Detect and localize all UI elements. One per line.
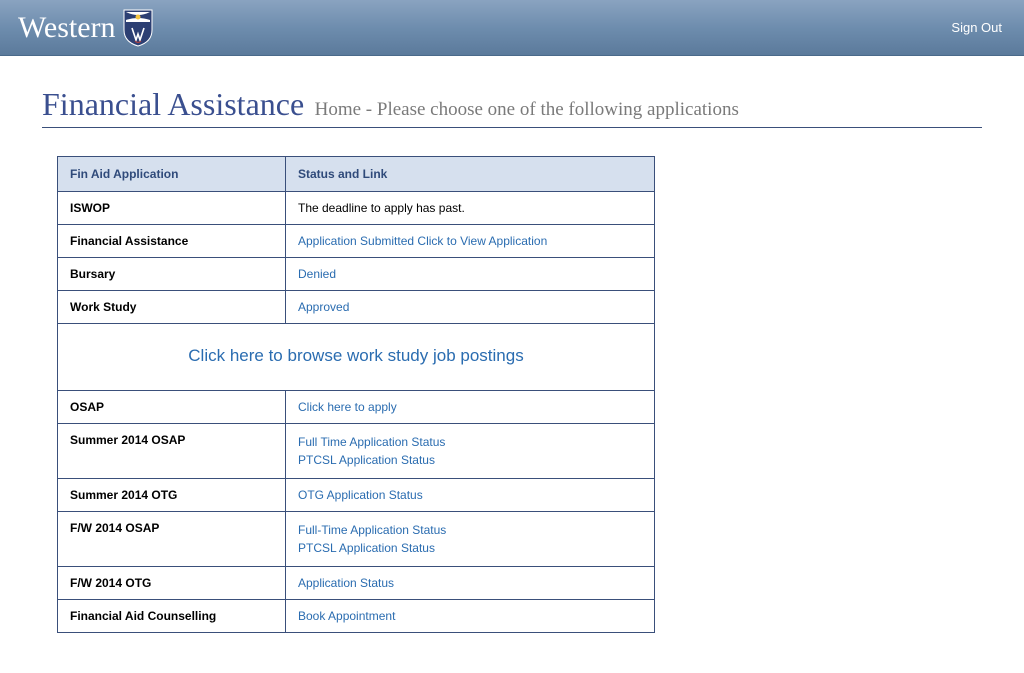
table-row: Financial Aid Counselling Book Appointmen… <box>58 600 655 633</box>
status-link[interactable]: Full-Time Application Status <box>298 521 642 539</box>
row-status: Click here to apply <box>286 391 655 424</box>
status-link[interactable]: Application Submitted Click to View Appl… <box>298 234 547 248</box>
row-status: OTG Application Status <box>286 479 655 512</box>
status-link[interactable]: Click here to apply <box>298 400 397 414</box>
table-row: Financial Assistance Application Submitte… <box>58 225 655 258</box>
content: Financial Assistance Home - Please choos… <box>0 56 1024 673</box>
row-status: Approved <box>286 291 655 324</box>
status-link[interactable]: PTCSL Application Status <box>298 539 642 557</box>
status-link[interactable]: OTG Application Status <box>298 488 423 502</box>
row-status: Application Status <box>286 567 655 600</box>
status-link[interactable]: PTCSL Application Status <box>298 451 642 469</box>
table-row: Summer 2014 OTG OTG Application Status <box>58 479 655 512</box>
row-status: The deadline to apply has past. <box>286 192 655 225</box>
brand: Western <box>18 8 154 48</box>
row-label: Financial Aid Counselling <box>58 600 286 633</box>
row-status: Full-Time Application StatusPTCSL Applic… <box>286 512 655 567</box>
status-link[interactable]: Application Status <box>298 576 394 590</box>
table-row: Work Study Approved <box>58 291 655 324</box>
row-status: Book Appointment <box>286 600 655 633</box>
row-label: ISWOP <box>58 192 286 225</box>
banner-cell: Click here to browse work study job post… <box>58 324 655 391</box>
status-link[interactable]: Book Appointment <box>298 609 395 623</box>
row-label: Financial Assistance <box>58 225 286 258</box>
row-label: Summer 2014 OTG <box>58 479 286 512</box>
row-label: F/W 2014 OTG <box>58 567 286 600</box>
row-status: Denied <box>286 258 655 291</box>
table-row: Bursary Denied <box>58 258 655 291</box>
fin-aid-table: Fin Aid Application Status and Link ISWO… <box>57 156 655 633</box>
table-row: OSAP Click here to apply <box>58 391 655 424</box>
brand-text: Western <box>18 11 116 45</box>
row-label: F/W 2014 OSAP <box>58 512 286 567</box>
row-label: OSAP <box>58 391 286 424</box>
table-row: F/W 2014 OTG Application Status <box>58 567 655 600</box>
page-title-row: Financial Assistance Home - Please choos… <box>42 86 982 128</box>
status-link[interactable]: Approved <box>298 300 349 314</box>
crest-icon <box>122 8 154 48</box>
row-label: Bursary <box>58 258 286 291</box>
row-status: Application Submitted Click to View Appl… <box>286 225 655 258</box>
table-row: F/W 2014 OSAPFull-Time Application Statu… <box>58 512 655 567</box>
table-row: Summer 2014 OSAPFull Time Application St… <box>58 424 655 479</box>
row-status: Full Time Application StatusPTCSL Applic… <box>286 424 655 479</box>
status-link[interactable]: Denied <box>298 267 336 281</box>
row-label: Work Study <box>58 291 286 324</box>
sign-out-link[interactable]: Sign Out <box>951 20 1002 35</box>
col-header-application: Fin Aid Application <box>58 157 286 192</box>
row-label: Summer 2014 OSAP <box>58 424 286 479</box>
app-header: Western Sign Out <box>0 0 1024 56</box>
status-text: The deadline to apply has past. <box>298 201 465 215</box>
table-row: ISWOP The deadline to apply has past. <box>58 192 655 225</box>
page-title: Financial Assistance <box>42 86 304 122</box>
col-header-status: Status and Link <box>286 157 655 192</box>
status-link[interactable]: Full Time Application Status <box>298 433 642 451</box>
work-study-postings-link[interactable]: Click here to browse work study job post… <box>188 346 523 365</box>
page-subtitle: Home - Please choose one of the followin… <box>315 99 739 120</box>
